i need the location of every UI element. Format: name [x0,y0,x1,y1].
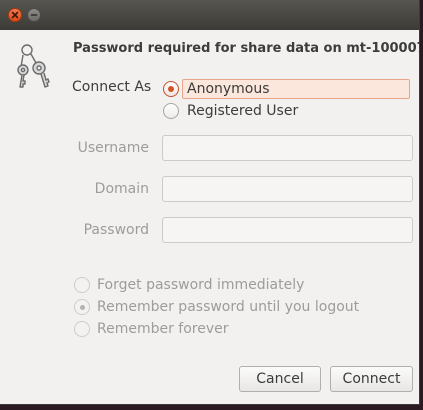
domain-label: Domain [94,181,149,197]
cancel-button[interactable]: Cancel [239,366,321,392]
radio-remember-forever-label: Remember forever [97,321,229,337]
radio-registered-user-label: Registered User [187,103,299,119]
radio-unchecked-icon [74,321,90,337]
radio-registered-user[interactable]: Registered User [163,100,303,122]
radio-checked-icon [163,81,179,97]
password-field[interactable] [162,217,413,243]
radio-forget-password-label: Forget password immediately [97,277,305,293]
close-icon[interactable] [8,8,22,22]
radio-forget-password[interactable]: Forget password immediately [74,274,304,296]
minimize-icon[interactable] [27,8,41,22]
dialog-heading: Password required for share data on mt-1… [73,41,420,56]
radio-anonymous-label: Anonymous [182,79,410,99]
password-dialog: Password required for share data on mt-1… [0,0,420,405]
keys-icon [16,43,50,89]
radio-remember-until-logout[interactable]: Remember password until you logout [74,296,359,318]
connect-button[interactable]: Connect [330,366,413,392]
radio-checked-icon [74,299,90,315]
connect-as-label: Connect As [72,79,152,95]
radio-unchecked-icon [74,277,90,293]
domain-field[interactable] [162,176,413,202]
radio-remember-forever[interactable]: Remember forever [74,318,229,340]
radio-unchecked-icon [163,103,179,119]
radio-remember-until-logout-label: Remember password until you logout [97,299,360,315]
titlebar [0,0,419,30]
username-field[interactable] [162,135,413,161]
password-label: Password [83,222,149,238]
radio-anonymous[interactable]: Anonymous [163,78,410,100]
username-label: Username [77,140,149,156]
